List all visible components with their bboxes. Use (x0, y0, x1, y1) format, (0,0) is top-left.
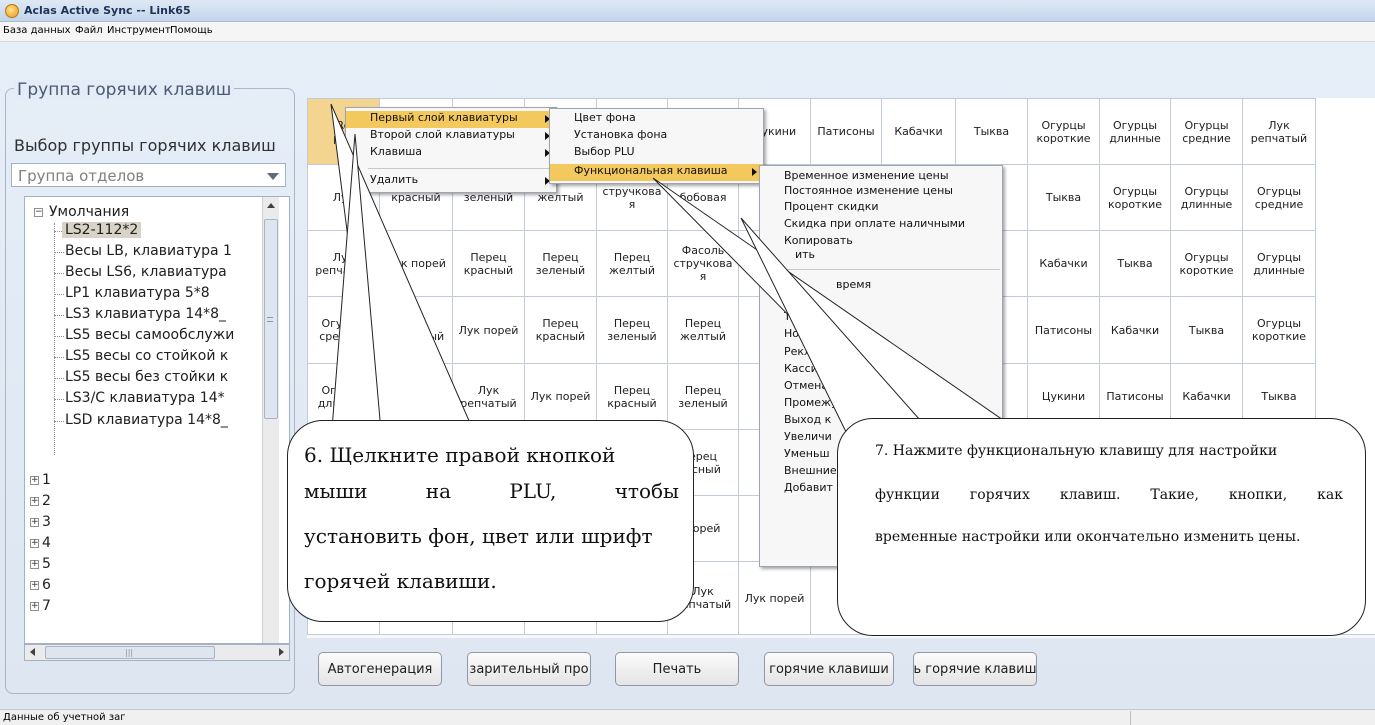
callout-7-word: горячих (969, 487, 1030, 503)
callout-6-line4: горячей клавиши. (304, 569, 497, 593)
callout-6-line2: мыши на PLU, чтобы (304, 479, 679, 503)
callout-7-line2: функции горячих клавиш. Такие, кнопки, к… (875, 487, 1343, 503)
callout-step-6: 6. Щелкните правой кнопкой мыши на PLU, … (287, 420, 694, 622)
callout-7-line3: временные настройки или окончательно изм… (875, 529, 1301, 545)
callout-6-line3: установить фон, цвет или шрифт (304, 524, 653, 548)
callout-6-word: PLU, (509, 479, 557, 503)
callout-6-word: мыши (304, 479, 368, 503)
callout-6-word: чтобы (614, 479, 679, 503)
callout-7-word: функции (875, 487, 940, 503)
callout-7-word: Такие, (1150, 487, 1199, 503)
callout-step-7: 7. Нажмите функциональную клавишу для на… (837, 418, 1366, 636)
callout-6-line1: 6. Щелкните правой кнопкой (304, 443, 616, 467)
callout-7-line1: 7. Нажмите функциональную клавишу для на… (875, 443, 1278, 459)
callout-7-word: клавиш. (1059, 487, 1121, 503)
callout-6-word: на (425, 479, 451, 503)
callout-7-word: кнопки, (1228, 487, 1288, 503)
callout-7-word: как (1317, 487, 1343, 503)
callout-7-pointer-2 (740, 217, 921, 441)
